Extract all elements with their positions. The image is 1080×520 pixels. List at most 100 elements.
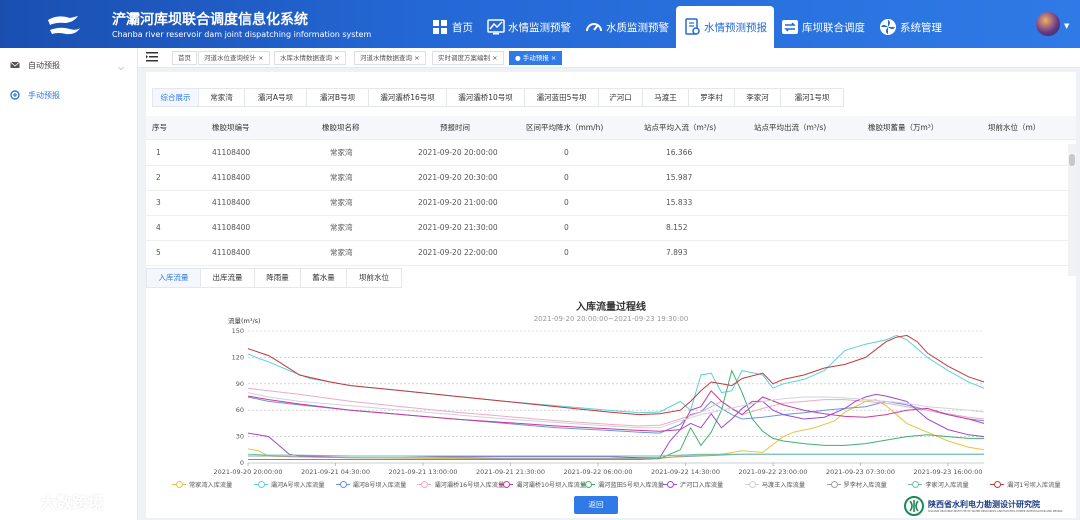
nav-water-monitor[interactable]: 水情监测预警 <box>480 6 578 48</box>
main-panel: 综合展示 常家湾 灞河A号坝 灞河B号坝 灞河灞桥16号坝 灞河灞桥10号坝 灞… <box>146 72 1076 518</box>
nav-quality-monitor-label: 水质监测预警 <box>606 21 669 34</box>
caret-down-icon[interactable]: ▼ <box>1064 22 1069 30</box>
speech-bubble-icon <box>8 491 34 512</box>
tag-label: 河道水情数据查询 <box>360 54 412 62</box>
legend-marker-icon <box>826 481 841 488</box>
legend-label: 马渡王入库流量 <box>761 482 806 489</box>
legend-label: 灞河灞桥10号坝入库流量 <box>516 482 587 489</box>
chart-legend: 常家湾入库流量 灞河A号坝入库流量 灞河B号坝入库流量 灞河灞桥16号坝入库流量 灞河灞… <box>172 480 1072 492</box>
series-line-9 <box>247 453 984 457</box>
series-line-10 <box>247 334 985 416</box>
legend-label: 罗李村入库流量 <box>843 482 887 489</box>
user-avatar[interactable] <box>1036 12 1060 36</box>
legend-marker-icon <box>499 481 514 488</box>
nav-system[interactable]: 系统管理 <box>872 6 949 48</box>
dispatch-arrows-icon <box>782 20 798 34</box>
legend-item[interactable]: 常家湾入库流量 <box>172 480 232 489</box>
close-icon[interactable]: × <box>334 54 339 62</box>
tag-river-data[interactable]: 河道水情数据查询 × <box>354 51 426 65</box>
tag-dot-icon: ● <box>515 54 521 62</box>
nav-water-monitor-label: 水情监测预警 <box>508 21 571 34</box>
institute-name: 陕西省水利电力勘测设计研究院 SHAANXI PROVINCE INSTITUT… <box>928 499 1062 513</box>
institute-name-en: SHAANXI PROVINCE INSTITUTE OF WATER RESO… <box>928 510 1063 513</box>
sidebar-item-label: 自动预报 <box>28 60 60 70</box>
legend-item[interactable]: 灞河蓝田5号坝入库流量 <box>581 480 664 489</box>
tag-manual-forecast[interactable]: ● 手动预报 × <box>509 51 563 65</box>
y-tick-label: 150 <box>232 327 244 335</box>
legend-marker-icon <box>662 481 677 488</box>
legend-item[interactable]: 灞河灞桥16号坝入库流量 <box>417 480 504 489</box>
legend-label: 灞河灞桥16号坝入库流量 <box>434 482 505 489</box>
legend-item[interactable]: 李家河入库流量 <box>908 480 969 489</box>
legend-label: 李家河入库流量 <box>925 482 969 489</box>
close-icon[interactable]: × <box>551 54 556 62</box>
legend-item[interactable]: 罗李村入库流量 <box>826 480 887 489</box>
water-monitor-icon <box>487 19 505 35</box>
watermark-text: 大数跨境 <box>40 493 105 512</box>
nav-forecast-label: 水情预测预报 <box>704 21 767 34</box>
close-icon[interactable]: × <box>492 54 497 62</box>
menu-fold-icon[interactable] <box>146 52 158 62</box>
app-title: 浐灞河库坝联合调度信息化系统 <box>112 12 308 28</box>
nav-quality-monitor[interactable]: 水质监测预警 <box>578 6 676 48</box>
sidebar-item-label: 手动预报 <box>28 90 60 100</box>
x-tick-label: 2021-09-22 06:00:00 <box>563 468 632 476</box>
x-tick-label: 2021-09-21 04:30:00 <box>301 468 370 476</box>
legend-marker-icon <box>335 481 350 488</box>
legend-item[interactable]: 灞河1号坝入库流量 <box>990 480 1061 489</box>
x-tick-label: 2021-09-21 21:30:00 <box>476 468 545 476</box>
plus-circle-icon <box>10 90 20 100</box>
forecast-doc-icon <box>685 18 700 35</box>
legend-label: 常家湾入库流量 <box>189 482 233 489</box>
sidebar-item-manual-forecast[interactable]: 手动预报 <box>0 80 137 110</box>
watermark: 大数跨境 <box>6 486 146 516</box>
y-tick-label: 90 <box>236 380 244 388</box>
nav-dispatch-label: 库坝联合调度 <box>802 21 865 34</box>
tag-label: 实时调度方案编制 <box>438 54 490 62</box>
tag-label: 水库水情数据查询 <box>280 54 332 62</box>
nav-home-label: 首页 <box>452 21 473 34</box>
inflow-chart: 流量(m³/s) 0 30 60 90 120 150 2021-09-20 20:00:00… <box>213 316 985 476</box>
close-icon[interactable]: × <box>258 54 263 62</box>
series-line-3 <box>247 387 985 427</box>
tag-label: 河道水位查询统计 <box>204 54 256 62</box>
tag-label: 手动预报 <box>522 54 549 62</box>
x-tick-label: 2021-09-23 16:00:00 <box>913 468 982 476</box>
tag-label: 首页 <box>178 54 191 62</box>
legend-label: 灞河1号坝入库流量 <box>1007 482 1061 489</box>
nav-home[interactable]: 首页 <box>424 6 480 48</box>
tags-bar: 首页 河道水位查询统计 × 水库水情数据查询 × 河道水情数据查询 × 实时调度… <box>138 48 1080 68</box>
back-button[interactable]: 返回 <box>574 496 618 514</box>
y-tick-label: 60 <box>236 406 244 414</box>
x-tick-label: 2021-09-22 23:00:00 <box>738 468 807 476</box>
sidebar: 自动预报 ⌵ 手动预报 <box>0 48 138 520</box>
legend-item[interactable]: 灞河灞桥10号坝入库流量 <box>499 480 586 489</box>
nav-dispatch[interactable]: 库坝联合调度 <box>774 6 872 48</box>
y-tick-label: 0 <box>240 459 244 467</box>
tag-river-level[interactable]: 河道水位查询统计 × <box>198 51 270 65</box>
home-icon <box>433 20 447 34</box>
tag-dispatch-plan[interactable]: 实时调度方案编制 × <box>432 51 504 65</box>
legend-item[interactable]: 灞河B号坝入库流量 <box>335 480 407 489</box>
top-header: 浐灞河库坝联合调度信息化系统 Chanba river reservoir da… <box>0 0 1080 48</box>
legend-label: 浐河口入库流量 <box>679 482 724 489</box>
tag-home[interactable]: 首页 <box>172 51 197 65</box>
logo-icon <box>48 16 80 35</box>
tag-reservoir-data[interactable]: 水库水情数据查询 × <box>274 51 346 65</box>
legend-item[interactable]: 灞河A号坝入库流量 <box>253 480 325 489</box>
legend-marker-icon <box>744 481 759 488</box>
sidebar-item-auto-forecast[interactable]: 自动预报 ⌵ <box>0 50 137 80</box>
app-subtitle: Chanba river reservoir dam joint dispatc… <box>112 30 372 39</box>
legend-marker-icon <box>172 481 186 488</box>
legend-item[interactable]: 浐河口入库流量 <box>662 480 724 489</box>
nav-forecast[interactable]: 水情预测预报 <box>676 6 774 48</box>
legend-marker-icon <box>417 481 432 488</box>
legend-marker-icon <box>990 481 1005 488</box>
close-icon[interactable]: × <box>414 54 419 62</box>
institute-name-cn: 陕西省水利电力勘测设计研究院 <box>928 500 1040 509</box>
chevron-down-icon: ⌵ <box>118 63 125 72</box>
x-tick-label: 2021-09-20 20:00:00 <box>213 468 282 476</box>
legend-label: 灞河蓝田5号坝入库流量 <box>598 482 664 489</box>
legend-label: 灞河B号坝入库流量 <box>352 482 407 489</box>
legend-item[interactable]: 马渡王入库流量 <box>744 480 806 489</box>
